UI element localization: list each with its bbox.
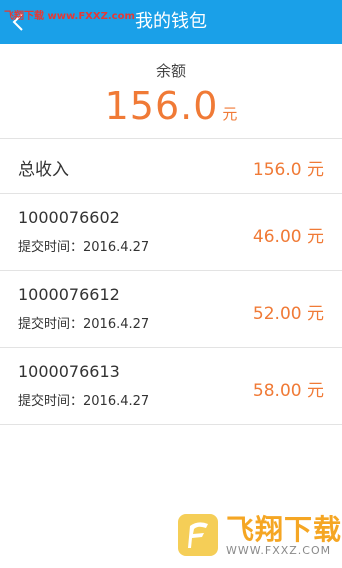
list-item[interactable]: 1000076613 提交时间：2016.4.27 58.00 元 [0,348,342,425]
watermark-url: WWW.FXXZ.COM [226,544,332,557]
order-number: 1000076613 [18,362,120,381]
order-number: 1000076602 [18,208,120,227]
app-header: 我的钱包 飞翔下载 www.FXXZ.com [0,0,342,44]
record-amount: 58.00 元 [252,381,324,401]
record-amount: 46.00 元 [252,227,324,247]
balance-section: 余额 156.0 元 [0,44,342,138]
watermark-logo: 飞翔下载 WWW.FXXZ.COM [176,508,342,564]
submit-time: 提交时间：2016.4.27 [18,394,150,409]
balance-amount-value: 156.0 [104,84,219,128]
total-income-row: 总收入 156.0 元 [0,139,342,193]
total-income-value: 156.0 元 [252,160,324,180]
order-number: 1000076612 [18,285,120,304]
list-item[interactable]: 1000076602 提交时间：2016.4.27 46.00 元 [0,194,342,271]
list-item[interactable]: 1000076612 提交时间：2016.4.27 52.00 元 [0,271,342,348]
submit-time: 提交时间：2016.4.27 [18,240,150,255]
balance-amount-unit: 元 [222,105,238,123]
total-income-label: 总收入 [18,160,69,180]
feixiang-logo-icon [178,514,218,556]
submit-time: 提交时间：2016.4.27 [18,317,150,332]
balance-amount: 156.0 元 [0,84,342,128]
record-list: 1000076602 提交时间：2016.4.27 46.00 元 100007… [0,194,342,425]
record-amount: 52.00 元 [252,304,324,324]
balance-label: 余额 [155,62,186,80]
watermark-top-text: 飞翔下载 www.FXXZ.com [4,11,135,22]
watermark-name: 飞翔下载 [226,513,342,546]
